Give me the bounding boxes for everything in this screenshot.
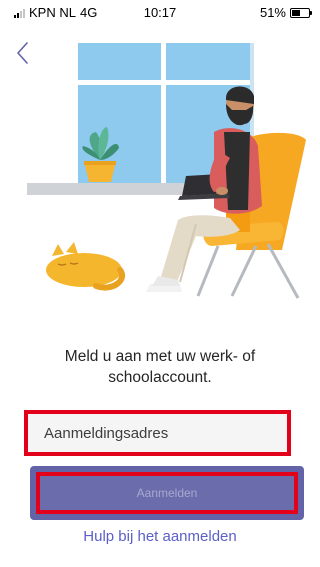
battery-percent: 51% [259,5,286,20]
status-right: 51% [259,5,312,20]
signin-address-field-container [24,410,291,456]
welcome-illustration [27,43,306,299]
signin-button[interactable]: Aanmelden [36,472,298,514]
signin-button-container: Aanmelden [30,466,304,520]
battery-icon [290,7,312,18]
sleeping-cat-illustration [46,242,125,291]
signin-help-link[interactable]: Hulp bij het aanmelden [0,528,320,545]
signin-prompt-text: Meld u aan met uw werk- of schoolaccount… [64,348,256,386]
signin-address-input[interactable] [28,414,287,452]
status-bar: KPN NL 4G 10:17 51% [0,0,320,24]
